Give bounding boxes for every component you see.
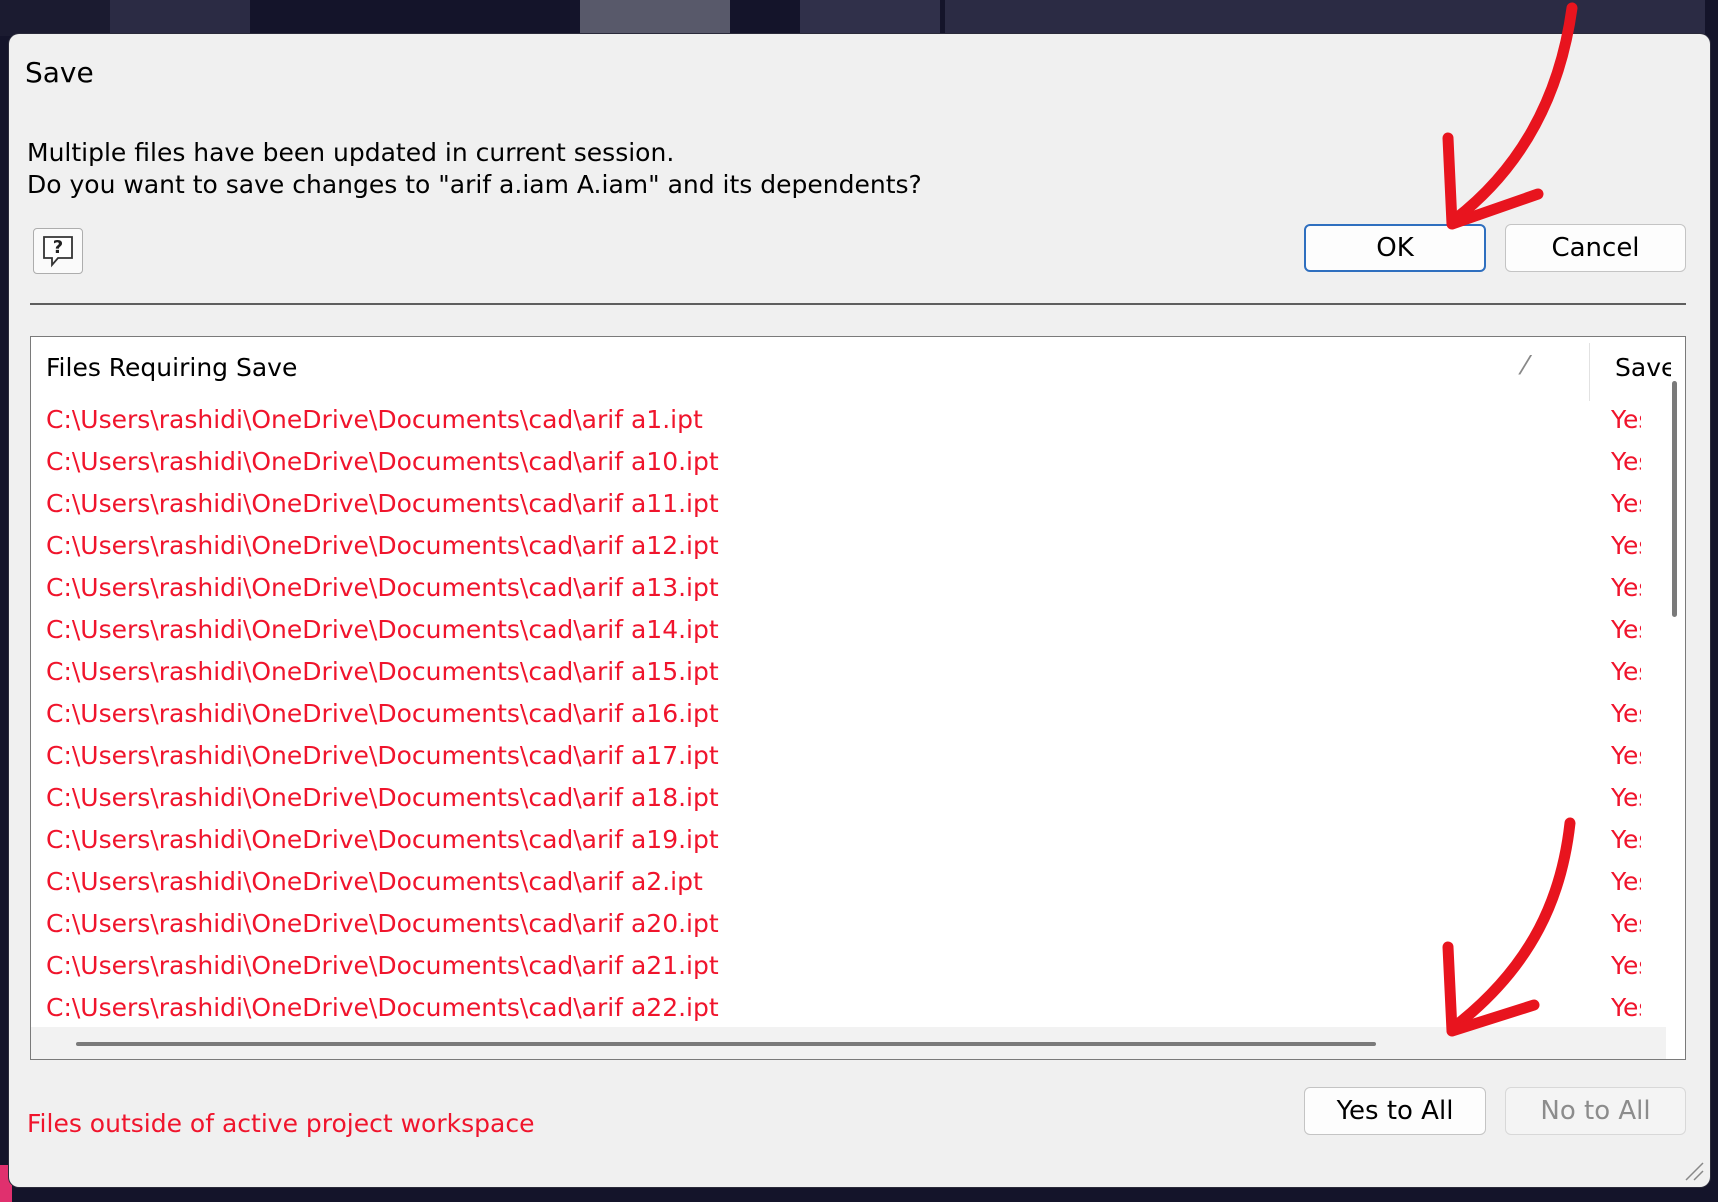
table-row[interactable]: C:\Users\rashidi\OneDrive\Documents\cad\…: [31, 862, 1666, 904]
table-row[interactable]: C:\Users\rashidi\OneDrive\Documents\cad\…: [31, 694, 1666, 736]
table-row[interactable]: C:\Users\rashidi\OneDrive\Documents\cad\…: [31, 610, 1666, 652]
save-status[interactable]: Yes: [1611, 405, 1641, 434]
save-status[interactable]: Yes: [1611, 867, 1641, 896]
save-status[interactable]: Yes: [1611, 489, 1641, 518]
save-status[interactable]: Yes: [1611, 657, 1641, 686]
background-strip: [110, 0, 250, 36]
sort-indicator-icon: ⁄: [1523, 351, 1528, 381]
background-strip: [800, 0, 940, 36]
save-status[interactable]: Yes: [1611, 825, 1641, 854]
file-path: C:\Users\rashidi\OneDrive\Documents\cad\…: [46, 615, 719, 644]
column-separator[interactable]: [1589, 343, 1590, 401]
help-button[interactable]: ?: [33, 228, 83, 274]
table-row[interactable]: C:\Users\rashidi\OneDrive\Documents\cad\…: [31, 400, 1666, 442]
dialog-message-line2: Do you want to save changes to "arif a.i…: [27, 170, 922, 199]
save-status[interactable]: Yes: [1611, 573, 1641, 602]
table-row[interactable]: C:\Users\rashidi\OneDrive\Documents\cad\…: [31, 946, 1666, 988]
workspace-note: Files outside of active project workspac…: [27, 1109, 535, 1138]
ok-button[interactable]: OK: [1304, 224, 1486, 272]
table-row[interactable]: C:\Users\rashidi\OneDrive\Documents\cad\…: [31, 484, 1666, 526]
svg-text:?: ?: [53, 237, 63, 258]
table-row[interactable]: C:\Users\rashidi\OneDrive\Documents\cad\…: [31, 778, 1666, 820]
save-status[interactable]: Yes: [1611, 741, 1641, 770]
save-status[interactable]: Yes: [1611, 447, 1641, 476]
files-table: Files Requiring Save ⁄ Save C:\Users\ras…: [30, 336, 1686, 1060]
save-status[interactable]: Yes: [1611, 615, 1641, 644]
file-path: C:\Users\rashidi\OneDrive\Documents\cad\…: [46, 531, 719, 560]
save-dialog: Save Multiple files have been updated in…: [9, 34, 1710, 1187]
file-path: C:\Users\rashidi\OneDrive\Documents\cad\…: [46, 657, 719, 686]
column-header-files[interactable]: Files Requiring Save: [46, 353, 297, 382]
dialog-title: Save: [25, 56, 94, 89]
file-path: C:\Users\rashidi\OneDrive\Documents\cad\…: [46, 405, 703, 434]
save-status[interactable]: Yes: [1611, 909, 1641, 938]
file-path: C:\Users\rashidi\OneDrive\Documents\cad\…: [46, 573, 719, 602]
save-status[interactable]: Yes: [1611, 993, 1641, 1022]
file-path: C:\Users\rashidi\OneDrive\Documents\cad\…: [46, 993, 719, 1022]
no-to-all-button: No to All: [1505, 1087, 1686, 1135]
file-path: C:\Users\rashidi\OneDrive\Documents\cad\…: [46, 909, 719, 938]
table-row[interactable]: C:\Users\rashidi\OneDrive\Documents\cad\…: [31, 526, 1666, 568]
file-path: C:\Users\rashidi\OneDrive\Documents\cad\…: [46, 489, 719, 518]
table-row[interactable]: C:\Users\rashidi\OneDrive\Documents\cad\…: [31, 736, 1666, 778]
table-row[interactable]: C:\Users\rashidi\OneDrive\Documents\cad\…: [31, 820, 1666, 862]
table-row[interactable]: C:\Users\rashidi\OneDrive\Documents\cad\…: [31, 988, 1666, 1028]
background-strip: [0, 0, 110, 36]
table-row[interactable]: C:\Users\rashidi\OneDrive\Documents\cad\…: [31, 442, 1666, 484]
save-status[interactable]: Yes: [1611, 699, 1641, 728]
dialog-message-line1: Multiple files have been updated in curr…: [27, 138, 675, 167]
horizontal-scrollbar[interactable]: [31, 1027, 1666, 1059]
horizontal-scrollbar-thumb[interactable]: [76, 1042, 1376, 1046]
save-status[interactable]: Yes: [1611, 531, 1641, 560]
background-strip: [580, 0, 730, 36]
resize-grip-icon[interactable]: [1682, 1159, 1704, 1181]
column-header-save[interactable]: Save: [1615, 353, 1671, 382]
file-path: C:\Users\rashidi\OneDrive\Documents\cad\…: [46, 825, 719, 854]
file-path: C:\Users\rashidi\OneDrive\Documents\cad\…: [46, 951, 719, 980]
table-rows: C:\Users\rashidi\OneDrive\Documents\cad\…: [31, 400, 1666, 1028]
divider: [30, 303, 1686, 305]
file-path: C:\Users\rashidi\OneDrive\Documents\cad\…: [46, 783, 719, 812]
save-status[interactable]: Yes: [1611, 951, 1641, 980]
yes-to-all-button[interactable]: Yes to All: [1304, 1087, 1486, 1135]
file-path: C:\Users\rashidi\OneDrive\Documents\cad\…: [46, 699, 719, 728]
background-strip: [945, 0, 1705, 36]
vertical-scrollbar-thumb[interactable]: [1672, 381, 1677, 617]
file-path: C:\Users\rashidi\OneDrive\Documents\cad\…: [46, 867, 703, 896]
table-row[interactable]: C:\Users\rashidi\OneDrive\Documents\cad\…: [31, 568, 1666, 610]
file-path: C:\Users\rashidi\OneDrive\Documents\cad\…: [46, 447, 719, 476]
save-status[interactable]: Yes: [1611, 783, 1641, 812]
cancel-button[interactable]: Cancel: [1505, 224, 1686, 272]
table-row[interactable]: C:\Users\rashidi\OneDrive\Documents\cad\…: [31, 904, 1666, 946]
help-question-icon: ?: [43, 236, 73, 268]
table-row[interactable]: C:\Users\rashidi\OneDrive\Documents\cad\…: [31, 652, 1666, 694]
file-path: C:\Users\rashidi\OneDrive\Documents\cad\…: [46, 741, 719, 770]
